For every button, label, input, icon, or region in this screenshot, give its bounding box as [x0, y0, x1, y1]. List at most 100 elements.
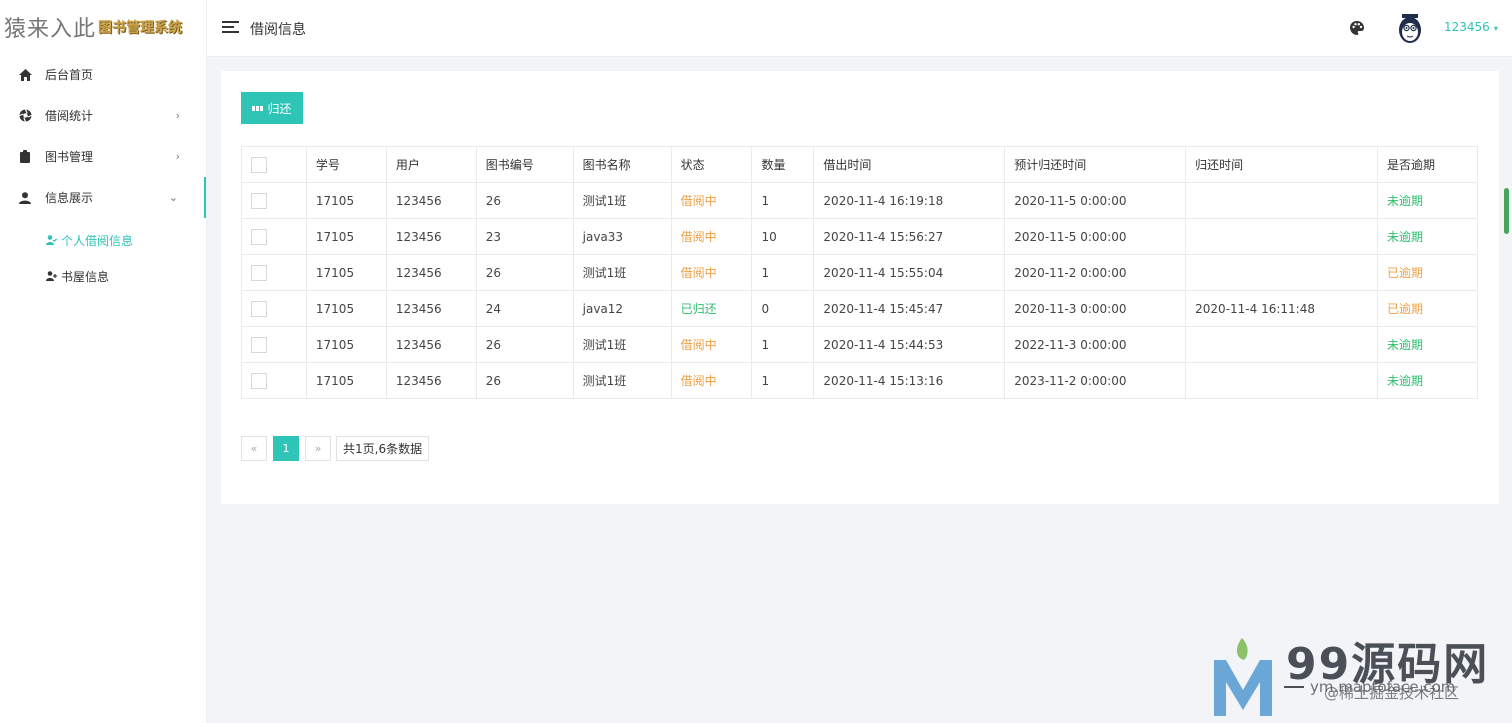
- sidebar-subitem-label: 个人借阅信息: [61, 233, 134, 248]
- user-dropdown[interactable]: 123456 ▾: [1444, 20, 1498, 34]
- cell-select[interactable]: [241, 326, 307, 363]
- caret-down-icon: ▾: [1493, 24, 1498, 33]
- cell-book-name: java12: [572, 290, 672, 327]
- sidebar-item-label: 借阅统计: [45, 109, 94, 123]
- cell-select[interactable]: [241, 254, 307, 291]
- cell-book-name: 测试1班: [572, 182, 672, 219]
- sidebar-item-info-display[interactable]: 信息展示 ⌄: [0, 177, 206, 218]
- cell-return-time: [1185, 218, 1379, 255]
- row-checkbox[interactable]: [251, 228, 267, 245]
- cell-quantity: 1: [751, 254, 815, 291]
- row-checkbox[interactable]: [251, 336, 267, 353]
- cell-status: 借阅中: [670, 362, 753, 399]
- clipboard-icon: [18, 150, 32, 164]
- cell-overdue: 未逾期: [1377, 326, 1478, 363]
- cell-status: 已归还: [670, 290, 753, 327]
- cell-due-time: 2020-11-5 0:00:00: [1004, 218, 1187, 255]
- logo-main-text: 猿来入此: [4, 17, 97, 42]
- cell-select[interactable]: [241, 182, 307, 219]
- return-button[interactable]: 归还: [241, 92, 303, 124]
- table-icon: [252, 105, 264, 111]
- cell-student-id: 17105: [305, 290, 387, 327]
- logo[interactable]: 猿来入此 图书管理系统: [0, 0, 206, 54]
- header-select-all[interactable]: [241, 146, 307, 183]
- row-checkbox[interactable]: [251, 372, 267, 389]
- sidebar-submenu: 个人借阅信息 书屋信息: [0, 218, 206, 294]
- cell-user: 123456: [385, 362, 477, 399]
- watermark-community: @稀土掘金技术社区: [1324, 684, 1460, 702]
- scrollbar[interactable]: [1504, 188, 1509, 234]
- header-due-time: 预计归还时间: [1004, 146, 1187, 183]
- cell-quantity: 1: [751, 362, 815, 399]
- sidebar-item-home[interactable]: 后台首页: [0, 54, 206, 95]
- cell-overdue: 未逾期: [1377, 182, 1478, 219]
- borrow-table: 学号 用户 图书编号 图书名称 状态 数量 借出时间 预计归还时间 归还时间 是…: [241, 146, 1478, 399]
- cell-overdue: 未逾期: [1377, 218, 1478, 255]
- user-name-label: 123456: [1444, 20, 1490, 34]
- sidebar-subitem-label: 书屋信息: [61, 269, 110, 284]
- select-all-checkbox[interactable]: [251, 156, 267, 173]
- avatar[interactable]: [1397, 12, 1423, 44]
- table-row[interactable]: 17105 123456 23 java33 借阅中 10 2020-11-4 15:56:…: [241, 218, 1478, 255]
- sidebar-item-book-manage[interactable]: 图书管理 ›: [0, 136, 206, 177]
- sidebar-item-label: 图书管理: [45, 150, 94, 164]
- user-icon: [18, 191, 32, 205]
- header-book-name: 图书名称: [572, 146, 672, 183]
- page-1-button[interactable]: 1: [273, 436, 299, 461]
- cell-book-name: 测试1班: [572, 254, 672, 291]
- header-status: 状态: [670, 146, 753, 183]
- table-row[interactable]: 17105 123456 26 测试1班 借阅中 1 2020-11-4 15:13:16 2…: [241, 362, 1478, 399]
- menu-icon[interactable]: [222, 21, 239, 35]
- header-borrow-time: 借出时间: [813, 146, 1006, 183]
- row-checkbox[interactable]: [251, 300, 267, 317]
- home-icon: [18, 68, 32, 82]
- cell-status: 借阅中: [670, 326, 753, 363]
- user-check-icon: [46, 235, 58, 245]
- sidebar-subitem-bookhouse-info[interactable]: 书屋信息: [0, 258, 206, 294]
- cell-due-time: 2020-11-5 0:00:00: [1004, 182, 1187, 219]
- pagination-info: 共1页,6条数据: [336, 436, 430, 461]
- cell-book-id: 26: [475, 326, 574, 363]
- palette-icon[interactable]: [1349, 20, 1365, 36]
- cell-user: 123456: [385, 290, 477, 327]
- cell-book-name: 测试1班: [572, 326, 672, 363]
- cell-student-id: 17105: [305, 362, 387, 399]
- return-button-label: 归还: [267, 101, 292, 116]
- cell-status: 借阅中: [670, 182, 753, 219]
- cell-quantity: 10: [751, 218, 815, 255]
- table-body: 17105 123456 26 测试1班 借阅中 1 2020-11-4 16:19:18 2…: [241, 182, 1478, 399]
- sidebar-item-label: 信息展示: [45, 191, 94, 205]
- next-page-button[interactable]: »: [305, 436, 331, 461]
- cell-quantity: 0: [751, 290, 815, 327]
- sidebar-subitem-personal-borrow[interactable]: 个人借阅信息: [0, 222, 206, 258]
- watermark-logo-icon: [1212, 638, 1274, 716]
- cell-select[interactable]: [241, 290, 307, 327]
- cell-student-id: 17105: [305, 182, 387, 219]
- cell-student-id: 17105: [305, 326, 387, 363]
- sidebar-item-label: 后台首页: [45, 68, 94, 82]
- chevron-down-icon: ⌄: [168, 191, 178, 204]
- sidebar: 猿来入此 图书管理系统 后台首页 借阅统计 › 图书管理 › 信息展示 ⌄ 个人…: [0, 0, 207, 723]
- cell-due-time: 2022-11-3 0:00:00: [1004, 326, 1187, 363]
- header-book-id: 图书编号: [475, 146, 574, 183]
- topbar: 借阅信息 123456 ▾: [207, 0, 1512, 57]
- sidebar-item-borrow-stats[interactable]: 借阅统计 ›: [0, 95, 206, 136]
- table-row[interactable]: 17105 123456 26 测试1班 借阅中 1 2020-11-4 15:44:53 2…: [241, 326, 1478, 363]
- cell-select[interactable]: [241, 362, 307, 399]
- header-student-id: 学号: [305, 146, 387, 183]
- cell-book-id: 26: [475, 362, 574, 399]
- table-row[interactable]: 17105 123456 26 测试1班 借阅中 1 2020-11-4 15:55:04 2…: [241, 254, 1478, 291]
- cell-book-id: 26: [475, 254, 574, 291]
- cell-return-time: 2020-11-4 16:11:48: [1185, 290, 1379, 327]
- cell-overdue: 已逾期: [1377, 290, 1478, 327]
- cell-quantity: 1: [751, 326, 815, 363]
- table-row[interactable]: 17105 123456 24 java12 已归还 0 2020-11-4 15:45:4…: [241, 290, 1478, 327]
- cell-status: 借阅中: [670, 218, 753, 255]
- cell-status: 借阅中: [670, 254, 753, 291]
- row-checkbox[interactable]: [251, 192, 267, 209]
- cell-select[interactable]: [241, 218, 307, 255]
- row-checkbox[interactable]: [251, 264, 267, 281]
- cell-book-id: 26: [475, 182, 574, 219]
- prev-page-button[interactable]: «: [241, 436, 267, 461]
- table-row[interactable]: 17105 123456 26 测试1班 借阅中 1 2020-11-4 16:19:18 2…: [241, 182, 1478, 219]
